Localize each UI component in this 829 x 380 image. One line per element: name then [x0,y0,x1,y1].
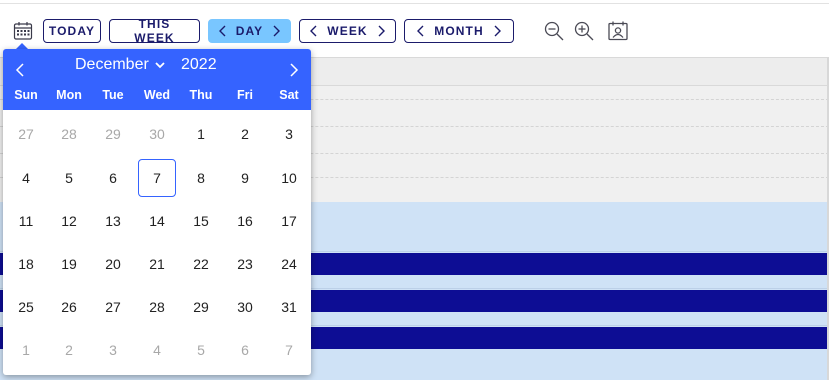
day-cell[interactable]: 10 [270,159,308,197]
day-view-label: DAY [235,24,264,38]
day-cell[interactable]: 25 [7,288,45,326]
day-cell-outside-month[interactable]: 3 [94,331,132,369]
day-cell-outside-month[interactable]: 5 [182,331,220,369]
day-cell[interactable]: 8 [182,159,220,197]
today-button-label: TODAY [48,24,96,38]
chevron-down-icon [155,62,165,69]
datepicker-popup: December 2022 Sun Mon Tue Wed Thu Fri Sat 27 28… [3,49,311,375]
day-cell[interactable]: 31 [270,288,308,326]
weekday-label: Sat [279,88,299,102]
calendar-icon[interactable] [12,20,34,42]
day-cell-outside-month[interactable]: 7 [270,331,308,369]
day-cell[interactable]: 19 [50,245,88,283]
year-dropdown[interactable]: 2022 [181,56,217,74]
weekday-header-row: Sun Mon Tue Wed Thu Fri Sat [3,88,311,104]
day-cell-outside-month[interactable]: 6 [226,331,264,369]
day-cell[interactable]: 3 [270,115,308,153]
day-cell-outside-month[interactable]: 29 [94,115,132,153]
day-cell[interactable]: 29 [182,288,220,326]
day-cell[interactable]: 6 [94,159,132,197]
day-cell[interactable]: 21 [138,245,176,283]
day-cell[interactable]: 5 [50,159,88,197]
day-cell[interactable]: 9 [226,159,264,197]
day-cell[interactable]: 2 [226,115,264,153]
day-cell[interactable]: 16 [226,202,264,240]
day-cell[interactable]: 4 [7,159,45,197]
day-cell-outside-month[interactable]: 4 [138,331,176,369]
calendar-toolbar: TODAY THIS WEEK DAY WEEK MONTH [0,17,829,46]
day-cell[interactable]: 22 [182,245,220,283]
zoom-in-icon[interactable] [573,20,595,42]
datepicker-header: December 2022 Sun Mon Tue Wed Thu Fri Sat [3,49,311,110]
day-cell-outside-month[interactable]: 28 [50,115,88,153]
month-view-label: MONTH [434,24,484,38]
day-cell[interactable]: 11 [7,202,45,240]
top-border [0,0,829,4]
day-cell-outside-month[interactable]: 2 [50,331,88,369]
this-week-button[interactable]: THIS WEEK [109,17,200,45]
day-cell[interactable]: 12 [50,202,88,240]
week-view-label: WEEK [327,24,368,38]
weekday-label: Sun [14,88,38,102]
day-cell[interactable]: 15 [182,202,220,240]
chevron-right-icon[interactable] [271,24,281,38]
user-card-icon[interactable] [607,20,629,42]
chevron-right-icon[interactable] [376,24,386,38]
day-view-button[interactable]: DAY [208,19,291,43]
day-cell[interactable]: 18 [7,245,45,283]
chevron-left-icon[interactable] [309,24,319,38]
weekday-label: Wed [143,88,171,102]
zoom-out-icon[interactable] [543,20,565,42]
day-cell[interactable]: 13 [94,202,132,240]
weekday-label: Fri [237,88,253,102]
day-cell-outside-month[interactable]: 27 [7,115,45,153]
day-cell[interactable]: 1 [182,115,220,153]
chevron-left-icon[interactable] [218,24,228,38]
next-month-icon[interactable] [284,60,304,80]
weekday-label: Mon [56,88,82,102]
day-cell[interactable]: 14 [138,202,176,240]
chevron-right-icon[interactable] [492,24,502,38]
weekday-label: Thu [189,88,213,102]
day-cell-outside-month[interactable]: 30 [138,115,176,153]
day-cell[interactable]: 24 [270,245,308,283]
month-view-button[interactable]: MONTH [404,19,514,43]
month-label: December [75,56,149,73]
previous-month-icon[interactable] [10,60,30,80]
day-cell[interactable]: 30 [226,288,264,326]
day-cell-outside-month[interactable]: 1 [7,331,45,369]
month-dropdown[interactable]: December [75,56,165,74]
day-cell[interactable]: 23 [226,245,264,283]
chevron-left-icon[interactable] [416,24,426,38]
this-week-button-label: THIS WEEK [134,17,175,45]
day-cell[interactable]: 17 [270,202,308,240]
day-cell[interactable]: 26 [50,288,88,326]
day-cell[interactable]: 27 [94,288,132,326]
day-cell[interactable]: 28 [138,288,176,326]
week-view-button[interactable]: WEEK [299,19,396,43]
today-button[interactable]: TODAY [43,19,101,43]
day-cell-selected[interactable]: 7 [138,159,176,197]
weekday-label: Tue [102,88,124,102]
day-cell[interactable]: 20 [94,245,132,283]
